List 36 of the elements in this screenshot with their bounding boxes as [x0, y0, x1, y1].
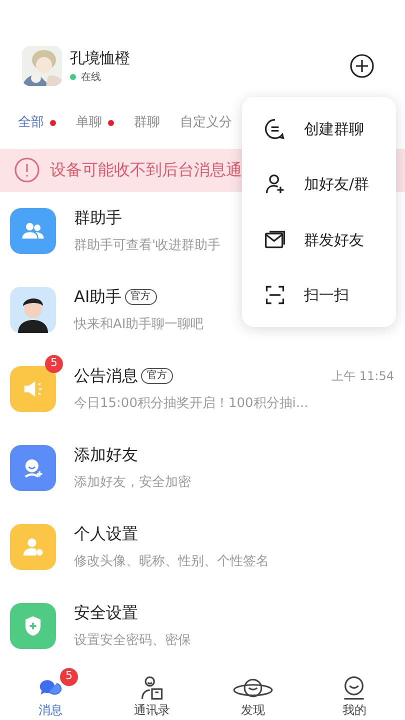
- conversation-preview: 快来和AI助手聊一聊吧: [74, 316, 204, 334]
- conversation-title: AI助手: [74, 286, 122, 308]
- status-text: 在线: [81, 70, 101, 85]
- message-time: 上午 11:54: [332, 368, 394, 386]
- conversation-preview: 设置安全密码、密保: [74, 632, 191, 650]
- nav-tab[interactable]: 我的: [304, 666, 405, 718]
- conversation-title: 群助手: [74, 207, 122, 230]
- unread-badge: 5: [60, 668, 78, 686]
- nav-tab[interactable]: 5 消息: [0, 666, 102, 718]
- warning-icon: [14, 157, 40, 184]
- notice-text: 设备可能收不到后台消息通: [50, 159, 242, 182]
- menu-item[interactable]: 群发好友: [242, 218, 396, 262]
- conversation-preview: 今日15:00积分抽奖开启！100积分抽i...: [74, 395, 308, 414]
- official-tag: 官方: [124, 289, 157, 306]
- contact-card-icon: [138, 675, 165, 701]
- conversation-title: 添加好友: [74, 444, 138, 466]
- add-user-icon: [264, 173, 286, 196]
- conversation-preview: 修改头像、昵称、性别、个性签名: [74, 553, 269, 572]
- add-icon[interactable]: [350, 54, 374, 78]
- conversation-preview: 添加好友，安全加密: [74, 474, 191, 492]
- nav-tab[interactable]: 通讯录: [101, 666, 202, 718]
- menu-item[interactable]: 创建群聊: [242, 106, 396, 151]
- conversation-title: 安全设置: [74, 602, 138, 624]
- conversation-title: 个人设置: [74, 523, 138, 546]
- official-tag: 官方: [141, 368, 173, 384]
- scan-icon: [264, 284, 286, 306]
- chat-bubble-icon: [264, 118, 286, 140]
- envelope-icon: [264, 228, 286, 251]
- conversation-preview: 群助手可查看'收进群助手: [74, 237, 221, 256]
- conversation-title: 公告消息: [74, 365, 138, 388]
- filter-tab[interactable]: 全部: [18, 113, 44, 133]
- nav-tab[interactable]: 发现: [202, 666, 304, 718]
- menu-item[interactable]: 扫一扫: [242, 273, 396, 318]
- user-name: 孔境恤橙: [70, 48, 130, 70]
- unread-badge: 5: [45, 354, 63, 373]
- menu-item[interactable]: 加好友/群: [242, 162, 396, 206]
